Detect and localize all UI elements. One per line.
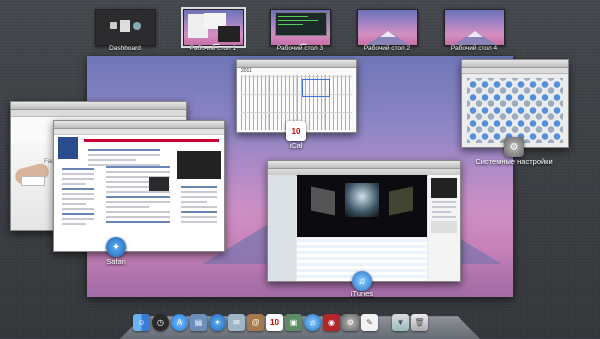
- space-label-desktop-2: Рабочий стол 2: [363, 45, 411, 52]
- itunes-coverflow: [297, 175, 427, 237]
- itunes-sidebar: [268, 175, 296, 281]
- ical-icon[interactable]: 10: [266, 313, 283, 331]
- site-logo: [58, 137, 78, 159]
- preview-icon[interactable]: ▤: [190, 313, 207, 331]
- space-dashboard[interactable]: [95, 9, 156, 46]
- downloads-icon[interactable]: ▼: [392, 313, 409, 331]
- space-label-desktop-1: Рабочий стол 1: [189, 45, 237, 52]
- window-itunes[interactable]: [267, 160, 461, 282]
- itunes-label: iTunes: [350, 289, 374, 298]
- space-desktop-4[interactable]: [444, 9, 505, 46]
- safari-label: Safari: [106, 257, 126, 266]
- app-store-icon[interactable]: A: [171, 313, 188, 331]
- space-label-desktop-3: Рабочий стол 3: [276, 45, 324, 52]
- safari-icon: ✦: [106, 237, 126, 257]
- photo-booth-icon[interactable]: ◉: [323, 313, 340, 331]
- address-book-icon[interactable]: @: [247, 313, 264, 331]
- space-label-desktop-4: Рабочий стол 4: [450, 45, 498, 52]
- space-desktop-3[interactable]: [270, 9, 331, 46]
- system-preferences-icon: ⚙: [504, 137, 524, 157]
- itunes-icon[interactable]: ♫: [304, 313, 321, 331]
- textedit-icon[interactable]: ✎: [361, 313, 378, 331]
- article-image: [177, 151, 221, 179]
- finder-icon[interactable]: ☺: [133, 313, 150, 331]
- safari-icon[interactable]: ✦: [209, 313, 226, 331]
- ical-label: iCal: [289, 141, 303, 150]
- dashboard-icon[interactable]: ◷: [152, 313, 169, 331]
- mail-icon[interactable]: ✉: [228, 313, 245, 331]
- iphoto-icon[interactable]: ▣: [285, 313, 302, 331]
- dock-icons: ☺ ◷ A ▤ ✦ ✉ @ 10 ▣ ♫ ◉ ⚙ ✎ ▼ 🗑: [133, 310, 473, 334]
- prefs-icon-grid: [467, 78, 563, 143]
- window-safari[interactable]: [53, 120, 225, 252]
- space-label-dashboard: Dashboard: [109, 45, 141, 52]
- itunes-icon: ♫: [352, 271, 372, 291]
- trash-icon[interactable]: 🗑: [411, 313, 428, 331]
- space-desktop-2[interactable]: [357, 9, 418, 46]
- space-desktop-1[interactable]: [181, 7, 246, 48]
- system-preferences-icon[interactable]: ⚙: [342, 313, 359, 331]
- ical-icon: 10: [286, 121, 306, 141]
- system-preferences-label: Системные настройки: [475, 157, 553, 166]
- ical-year: 2011: [241, 68, 252, 74]
- window-system-preferences[interactable]: [461, 59, 569, 148]
